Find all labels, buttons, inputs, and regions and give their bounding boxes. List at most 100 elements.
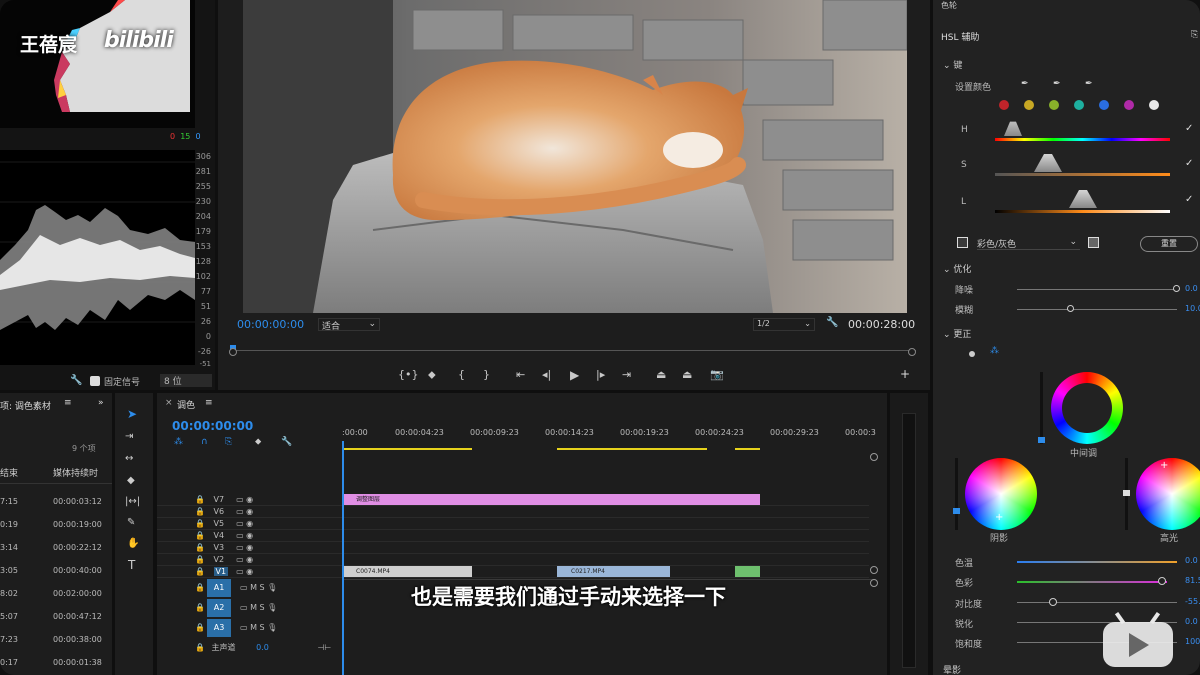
wrench-icon[interactable]: 🔧 (826, 317, 838, 328)
contrast-row[interactable]: 对比度 -55.7 (955, 597, 1200, 611)
add-button-icon[interactable]: + (900, 367, 910, 381)
section-hsl[interactable]: HSL 辅助 (941, 30, 979, 43)
swatch-magenta[interactable] (1124, 100, 1134, 110)
l-slider[interactable] (995, 210, 1170, 213)
shadow-slider[interactable] (955, 458, 958, 530)
eyedropper-add-icon[interactable]: ✒ (1053, 79, 1061, 89)
lift-icon[interactable]: ⏏ (656, 368, 666, 381)
expand-panels-icon[interactable]: » (98, 398, 104, 408)
reset-button[interactable]: 重置 (1140, 236, 1198, 252)
l-checkbox[interactable]: ✓ (1185, 195, 1195, 205)
hsl-reset-icon[interactable]: ⎘ (1191, 30, 1198, 40)
denoise-value[interactable]: 0.0 (1185, 284, 1198, 293)
settings-tl-icon[interactable]: 🔧 (281, 437, 292, 447)
adjustment-layer-clip[interactable]: 调整图层 (342, 494, 760, 505)
timeline-ruler[interactable]: :00:00 00:00:04:23 00:00:09:23 00:00:14:… (342, 428, 876, 450)
invert-mask-icon[interactable] (1088, 237, 1099, 248)
project-menu-icon[interactable]: ≡ (64, 398, 72, 408)
key-header[interactable]: ⌄ 键 (943, 58, 962, 71)
track-header-v6[interactable]: 🔒 V6 ▭ ◉ (195, 507, 253, 516)
step-back-icon[interactable]: ◂| (542, 368, 551, 381)
resolution-select[interactable]: 1/2 ⌄ (753, 318, 815, 331)
nest-icon[interactable]: ⁂ (174, 437, 183, 447)
show-mask-checkbox[interactable] (957, 237, 968, 248)
bitdepth-select[interactable]: 8 位 (160, 374, 212, 387)
razor-icon[interactable]: ◆ (127, 475, 135, 486)
tint-row[interactable]: 色彩 81.5 (955, 576, 1200, 590)
swatch-green[interactable] (1049, 100, 1059, 110)
extract-icon[interactable]: ⏏ (682, 368, 692, 381)
monitor-timecode-in[interactable]: 00:00:00:00 (237, 318, 304, 331)
camera-icon[interactable]: 📷 (710, 368, 724, 381)
linked-selection-icon[interactable]: ⎘ (225, 437, 232, 447)
hand-icon[interactable]: ✋ (127, 538, 139, 549)
project-title[interactable]: 项: 调色素材 (0, 399, 51, 412)
fixed-signal-checkbox[interactable] (90, 376, 100, 386)
track-header-v2[interactable]: 🔒 V2 ▭ ◉ (195, 555, 253, 564)
correct-header[interactable]: ⌄ 更正 (943, 327, 971, 340)
fit-select[interactable]: 适合 ⌄ (318, 318, 380, 332)
refine-header[interactable]: ⌄ 优化 (943, 262, 971, 275)
three-wheel-icon[interactable]: ⁂ (990, 346, 999, 356)
track-header-a3[interactable]: 🔒 A3 ▭ M S 🎙 (195, 619, 305, 637)
denoise-slider[interactable] (1017, 289, 1177, 290)
swatch-white[interactable] (1149, 100, 1159, 110)
track-select-icon[interactable]: ⇥ (125, 431, 133, 442)
highlight-wheel[interactable]: + (1136, 458, 1200, 530)
track-header-v3[interactable]: 🔒 V3 ▭ ◉ (195, 543, 253, 552)
h-slider[interactable] (995, 138, 1170, 141)
clip-c0074[interactable]: C0074.MP4 (342, 566, 472, 577)
swatch-cyan[interactable] (1074, 100, 1084, 110)
go-to-in-icon[interactable]: ⇤ (516, 368, 525, 381)
single-wheel-icon[interactable] (969, 351, 975, 357)
swatch-red[interactable] (999, 100, 1009, 110)
eyedropper-icon[interactable]: ✒ (1021, 79, 1029, 89)
master-track[interactable]: 🔒 主声道 0.0 ⊣⊢ (195, 642, 345, 653)
s-slider[interactable] (995, 173, 1170, 176)
timeline-timecode[interactable]: 00:00:00:00 (172, 419, 253, 433)
track-header-v7[interactable]: 🔒 V7 ▭ ◉ (195, 495, 253, 504)
snap-icon[interactable]: ∩ (201, 437, 208, 447)
timeline-menu-icon[interactable]: ≡ (205, 398, 213, 408)
play-icon[interactable]: ▶ (570, 368, 579, 382)
timeline-tab[interactable]: 调色 (177, 398, 195, 411)
scope-settings-icon[interactable]: 🔧 (70, 375, 82, 386)
clip-c0217[interactable]: C0217.MP4 (557, 566, 670, 577)
timeline-playhead[interactable] (342, 441, 344, 675)
track-header-v4[interactable]: 🔒 V4 ▭ ◉ (195, 531, 253, 540)
vignette-header[interactable]: 晕影 (943, 663, 961, 675)
s-checkbox[interactable]: ✓ (1185, 159, 1195, 169)
h-checkbox[interactable]: ✓ (1185, 124, 1195, 134)
shadow-wheel[interactable]: + (965, 458, 1037, 530)
mark-in-bracket-icon[interactable]: { (458, 368, 465, 381)
swatch-blue[interactable] (1099, 100, 1109, 110)
swatch-yellow[interactable] (1024, 100, 1034, 110)
ripple-edit-icon[interactable]: ↔ (125, 453, 133, 464)
eyedropper-sub-icon[interactable]: ✒ (1085, 79, 1093, 89)
track-header-v5[interactable]: 🔒 V5 ▭ ◉ (195, 519, 253, 528)
blur-slider[interactable] (1017, 309, 1177, 310)
pen-icon[interactable]: ✎ (127, 517, 135, 528)
track-header-v1[interactable]: 🔒 V1 ▭ ◉ (195, 567, 253, 576)
midtone-slider[interactable] (1040, 372, 1043, 444)
timeline-close-icon[interactable]: × (165, 398, 173, 408)
section-color-wheels[interactable]: 色轮 (941, 0, 957, 11)
timeline-vscroll[interactable] (870, 453, 878, 461)
blur-value[interactable]: 10.0 (1185, 304, 1200, 313)
type-tool-icon[interactable]: T (128, 558, 135, 572)
midtone-wheel[interactable] (1051, 372, 1123, 444)
mode-select[interactable]: 彩色/灰色 ⌄ (977, 237, 1080, 250)
step-forward-icon[interactable]: |▸ (596, 368, 605, 381)
mark-in-icon[interactable]: {•} (398, 368, 419, 381)
clip-green[interactable] (735, 566, 760, 577)
track-header-a2[interactable]: 🔒 A2 ▭ M S 🎙 (195, 599, 305, 617)
track-header-a1[interactable]: 🔒 A1 ▭ M S 🎙 (195, 579, 305, 597)
add-marker-tl-icon[interactable]: ⬥ (255, 437, 261, 447)
add-marker-icon[interactable]: ⬥ (428, 368, 436, 382)
selection-tool-icon[interactable]: ➤ (127, 407, 137, 421)
temp-row[interactable]: 色温 0.0 (955, 556, 1200, 570)
mark-out-bracket-icon[interactable]: } (483, 368, 490, 381)
go-to-out-icon[interactable]: ⇥ (622, 368, 631, 381)
playhead-bar[interactable] (229, 345, 916, 357)
slip-icon[interactable]: |↔| (125, 496, 140, 507)
